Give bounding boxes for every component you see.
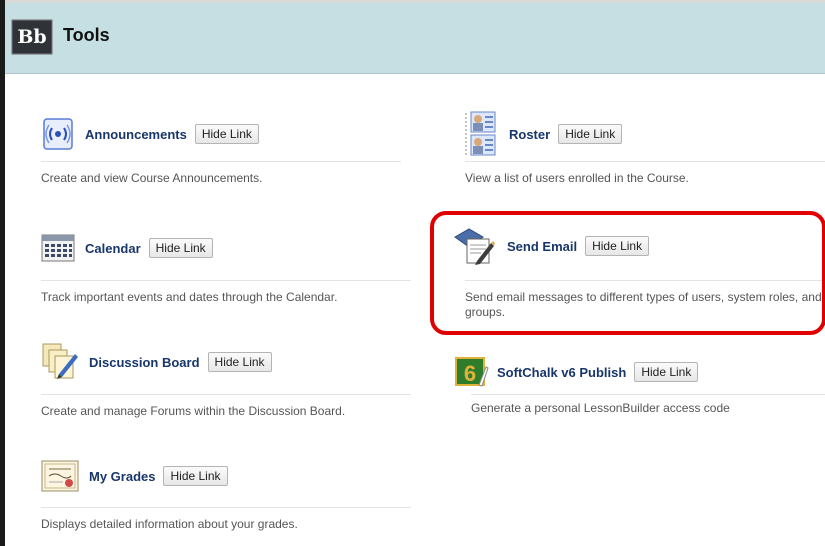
my-grades-hide-link-button[interactable]: Hide Link xyxy=(163,466,228,486)
tools-list: Announcements Hide Link Create and view … xyxy=(5,74,825,546)
tools-header: Bb Tools xyxy=(5,3,825,74)
calendar-hide-link-button[interactable]: Hide Link xyxy=(148,238,213,258)
discussion-board-hide-link-button[interactable]: Hide Link xyxy=(207,352,272,372)
roster-description: View a list of users enrolled in the Cou… xyxy=(465,161,825,186)
discussion-board-link[interactable]: Discussion Board xyxy=(89,355,200,370)
certificate-icon xyxy=(41,459,79,493)
send-email-description: Send email messages to different types o… xyxy=(465,280,825,320)
broadcast-icon xyxy=(41,117,75,151)
email-icon xyxy=(453,225,495,267)
calendar-icon xyxy=(41,231,75,265)
discussion-board-description: Create and manage Forums within the Disc… xyxy=(41,394,411,419)
softchalk-link[interactable]: SoftChalk v6 Publish xyxy=(497,365,626,380)
my-grades-link[interactable]: My Grades xyxy=(89,469,155,484)
tools-page: Bb Tools Announcements Hide Link Create … xyxy=(0,0,825,546)
roster-hide-link-button[interactable]: Hide Link xyxy=(558,124,623,144)
send-email-hide-link-button[interactable]: Hide Link xyxy=(585,236,650,256)
announcements-link[interactable]: Announcements xyxy=(85,127,187,142)
announcements-description: Create and view Course Announcements. xyxy=(41,161,401,186)
calendar-description: Track important events and dates through… xyxy=(41,280,411,305)
discussion-icon xyxy=(41,342,79,382)
announcements-hide-link-button[interactable]: Hide Link xyxy=(194,124,259,144)
bb-logo-icon: Bb xyxy=(11,19,53,55)
roster-link[interactable]: Roster xyxy=(509,127,550,142)
page-title: Tools xyxy=(63,25,110,45)
softchalk-icon: 6 xyxy=(455,357,489,387)
my-grades-description: Displays detailed information about your… xyxy=(41,507,411,532)
softchalk-description: Generate a personal LessonBuilder access… xyxy=(471,394,825,416)
send-email-link[interactable]: Send Email xyxy=(507,239,577,254)
softchalk-icon-text: 6 xyxy=(464,361,476,386)
roster-icon xyxy=(465,111,499,157)
softchalk-hide-link-button[interactable]: Hide Link xyxy=(634,362,699,382)
calendar-link[interactable]: Calendar xyxy=(85,241,141,256)
